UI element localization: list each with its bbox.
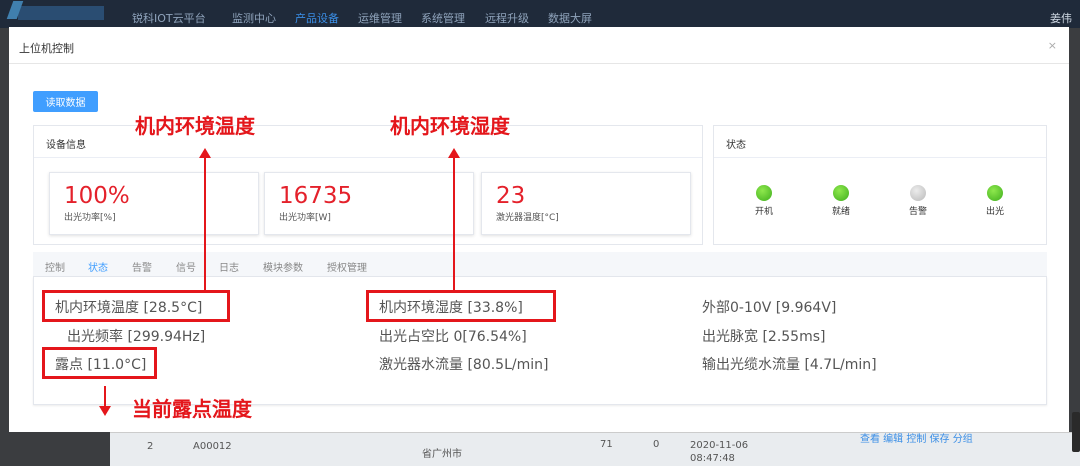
row-actions[interactable]: 查看 编辑 控制 保存 分组 [860,430,973,445]
tab-module-params[interactable]: 模块参数 [263,259,303,274]
metric-external-voltage: 外部0-10V [9.964V] [702,300,837,316]
metric-cable-water-flow: 输出光缆水流量 [4.7L/min] [702,357,877,373]
metric-laser-water-flow: 激光器水流量 [80.5L/min] [379,357,549,373]
alarm-label: 告警 [908,207,927,217]
row-index: 2 [147,441,154,452]
close-icon[interactable]: × [1048,39,1057,52]
card-label: 出光功率[W] [279,213,331,223]
user-name[interactable]: 姜伟 [1050,10,1072,26]
row-serial: A00012 [193,441,232,452]
nav-devices[interactable]: 产品设备 [295,10,339,26]
power-percent-card: 100% 出光功率[%] [49,172,259,235]
arrow-down-icon [99,406,111,416]
card-value: 16735 [279,183,353,209]
tab-signal[interactable]: 信号 [176,259,196,274]
highlight-box-humidity [366,290,556,322]
metric-pulse-width: 出光脉宽 [2.55ms] [702,329,826,345]
metric-duty-cycle: 出光占空比 0[76.54%] [379,329,527,345]
power-on-led-icon [756,185,772,201]
modal-title: 上位机控制 [19,42,74,55]
modal-divider [9,63,1069,64]
nav-upgrade[interactable]: 远程升级 [485,10,529,26]
device-table-row: 2 A00012 省广州市 71 0 2020-11-06 08:47:48 查… [110,432,1080,466]
highlight-box-dewpoint [42,347,157,379]
row-col7: 71 [600,439,613,450]
platform-name: 锐科IOT云平台 [132,12,206,25]
card-label: 出光功率[%] [64,213,116,223]
read-data-button[interactable]: 读取数据 [33,91,98,112]
panel-divider [714,157,1046,158]
highlight-box-temp [42,290,230,322]
card-value: 100% [64,183,130,209]
arrow-line [204,157,206,291]
annotation-dewpoint-label: 当前露点温度 [132,397,252,421]
top-nav-bar: 锐科IOT云平台 监测中心 产品设备 运维管理 系统管理 远程升级 数据大屏 姜… [0,0,1080,28]
tab-status[interactable]: 状态 [88,259,108,274]
laser-temp-card: 23 激光器温度[°C] [481,172,691,235]
tab-alarm[interactable]: 告警 [132,259,152,274]
nav-monitor[interactable]: 监测中心 [232,10,276,26]
logo [18,6,104,20]
ready-label: 就绪 [831,207,850,217]
tab-bar: 控制 状态 告警 信号 日志 模块参数 授权管理 [33,252,1047,277]
status-panel: 状态 开机 就绪 告警 出光 [713,125,1047,245]
tab-log[interactable]: 日志 [219,259,239,274]
power-watt-card: 16735 出光功率[W] [264,172,474,235]
control-modal: 上位机控制 × 读取数据 设备信息 100% 出光功率[%] 16735 出光功… [9,27,1069,432]
alarm-led-icon [910,185,926,201]
tab-license[interactable]: 授权管理 [327,259,367,274]
device-info-title: 设备信息 [46,140,86,151]
row-time: 2020-11-06 08:47:48 [690,440,749,464]
annotation-humidity-label: 机内环境湿度 [390,114,510,138]
tab-control[interactable]: 控制 [45,259,65,274]
arrow-line [453,157,455,291]
annotation-temp-label: 机内环境温度 [135,114,255,138]
panel-divider [34,157,702,158]
emission-led-icon [987,185,1003,201]
scrollbar-handle[interactable] [1072,412,1080,452]
row-col8: 0 [653,439,660,450]
status-title: 状态 [726,140,746,151]
nav-dashboard[interactable]: 数据大屏 [548,10,592,26]
power-on-label: 开机 [754,207,773,217]
nav-system[interactable]: 系统管理 [421,10,465,26]
card-value: 23 [496,183,526,209]
arrow-line [104,386,106,408]
nav-operations[interactable]: 运维管理 [358,10,402,26]
card-label: 激光器温度[°C] [496,213,559,223]
device-info-panel: 设备信息 100% 出光功率[%] 16735 出光功率[W] 23 激光器温度… [33,125,703,245]
metric-frequency: 出光频率 [299.94Hz] [67,329,206,345]
emission-label: 出光 [985,207,1004,217]
row-location: 省广州市 [422,449,462,460]
ready-led-icon [833,185,849,201]
